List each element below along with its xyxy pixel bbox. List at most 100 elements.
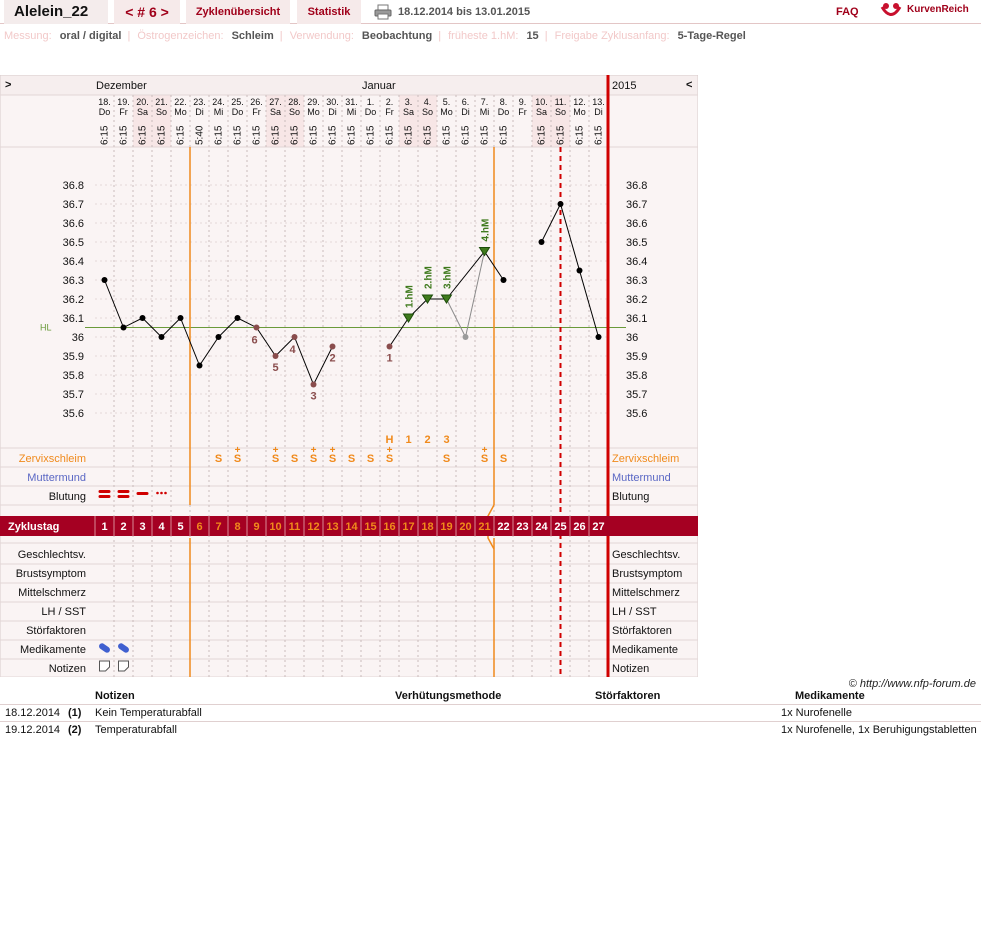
bleeding-medium[interactable] [136, 492, 149, 495]
measure-time: 6:15 [176, 125, 187, 145]
bleeding-spotting[interactable] [156, 491, 159, 495]
day-weekday: Fr [518, 107, 527, 117]
day-weekday: Fr [119, 107, 128, 117]
day-date: 28. [288, 97, 301, 107]
cycle-day-number: 10 [269, 521, 281, 533]
bleeding-heavy[interactable] [117, 495, 130, 498]
faq-link[interactable]: FAQ [836, 6, 859, 18]
day-date: 25. [231, 97, 244, 107]
measure-time: 6:15 [271, 125, 282, 145]
tab-statistics[interactable]: Statistik [297, 0, 361, 24]
row-label-blutung: Blutung [49, 491, 86, 503]
mucus-plus: + [273, 445, 279, 456]
tab-cycle-overview[interactable]: Zyklenübersicht [186, 0, 290, 24]
notes-header-stoer: Störfaktoren [595, 690, 661, 702]
temp-point-low[interactable] [310, 381, 317, 388]
cycle-day-number: 8 [234, 521, 240, 533]
temp-point[interactable] [101, 277, 108, 283]
mucus-symbol: S [215, 453, 222, 465]
measure-time: 6:15 [461, 125, 472, 145]
high-measure-label: 1.hM [405, 285, 416, 308]
kurvenreich-logo-icon[interactable] [880, 2, 902, 20]
temp-point[interactable] [595, 334, 602, 340]
temp-point-low[interactable] [272, 353, 279, 359]
mucus-plus: + [235, 445, 241, 456]
top-bar: Alelein_22 < # 6 > Zyklenübersicht Stati… [0, 0, 981, 24]
temp-point[interactable] [557, 201, 564, 207]
y-tick-label-right: 36.2 [626, 294, 647, 306]
low-measure-label: 3 [310, 391, 316, 403]
y-tick-label-right: 36.6 [626, 218, 647, 230]
day-weekday: Fr [385, 107, 394, 117]
row-label-brustsymptom: Brustsymptom [16, 568, 86, 580]
month-label: Dezember [96, 80, 147, 92]
temp-point[interactable] [120, 324, 127, 331]
measure-time: 6:15 [138, 125, 149, 145]
temp-point[interactable] [158, 334, 165, 340]
cycle-day-number: 26 [573, 521, 585, 533]
day-date: 30. [326, 97, 339, 107]
bleeding-heavy[interactable] [98, 490, 111, 493]
row-label-zervixschleim: Zervixschleim [19, 453, 86, 465]
verwendung-value: Beobachtung [361, 30, 433, 42]
temp-point[interactable] [139, 315, 146, 321]
measure-time: 6:15 [366, 125, 377, 145]
measure-time: 6:15 [347, 125, 358, 145]
temp-point-excluded[interactable] [462, 334, 469, 340]
day-date: 3. [405, 97, 413, 107]
bleeding-heavy[interactable] [117, 490, 130, 493]
temp-point-low[interactable] [253, 324, 260, 331]
row-label-muttermund: Muttermund [27, 472, 86, 484]
temp-point-low[interactable] [291, 334, 298, 340]
temp-point[interactable] [196, 362, 203, 369]
mucus-peak-label: 3 [443, 434, 449, 446]
measure-time: 6:15 [423, 125, 434, 145]
day-date: 12. [573, 97, 586, 107]
row-label-medikamente-right: Medikamente [612, 644, 678, 656]
measure-time: 6:15 [309, 125, 320, 145]
low-measure-label: 1 [386, 353, 392, 365]
row-label-stoerfaktoren: Störfaktoren [26, 625, 86, 637]
y-tick-label: 35.7 [63, 389, 84, 401]
measure-time: 6:15 [594, 125, 605, 145]
y-tick-label: 36.1 [63, 313, 84, 325]
day-weekday: Di [594, 107, 603, 117]
copyright[interactable]: © http://www.nfp-forum.de [849, 678, 976, 690]
y-tick-label-right: 35.7 [626, 389, 647, 401]
day-date: 9. [519, 97, 527, 107]
temp-point[interactable] [576, 267, 583, 274]
bleeding-spotting[interactable] [160, 491, 163, 495]
y-tick-label: 36.5 [63, 237, 84, 249]
bleeding-heavy[interactable] [98, 495, 111, 498]
temp-point[interactable] [234, 315, 241, 321]
mucus-plus: + [330, 445, 336, 456]
date-range: 18.12.2014 bis 13.01.2015 [398, 6, 531, 18]
mucus-plus: + [482, 445, 488, 456]
bleeding-spotting[interactable] [164, 491, 167, 495]
temp-point[interactable] [215, 334, 222, 340]
temp-point[interactable] [538, 239, 545, 245]
row-label-muttermund-right: Muttermund [612, 472, 671, 484]
note-medication: 1x Nurofenelle, 1x Beruhigungstabletten [781, 724, 977, 736]
temp-point-low[interactable] [386, 343, 393, 350]
row-label-lh-sst-right: LH / SST [612, 606, 657, 618]
temp-point-low[interactable] [329, 343, 336, 350]
day-date: 24. [212, 97, 225, 107]
y-tick-label-right: 35.6 [626, 408, 647, 420]
temp-point[interactable] [500, 277, 507, 283]
printer-icon[interactable] [374, 4, 392, 20]
cycle-day-number: 17 [402, 521, 414, 533]
temp-point[interactable] [177, 315, 184, 321]
day-weekday: So [156, 107, 167, 117]
row-label-brustsymptom-right: Brustsymptom [612, 568, 682, 580]
cycle-switcher[interactable]: < # 6 > [114, 0, 180, 24]
cycle-day-number: 22 [497, 521, 509, 533]
y-tick-label-right: 36.7 [626, 199, 647, 211]
notes-header-notizen: Notizen [95, 690, 135, 702]
hm-label: früheste 1.hM: [448, 30, 519, 42]
oestrogen-label: Östrogenzeichen: [137, 30, 224, 42]
kurvenreich-logo[interactable]: KurvenReich [907, 4, 969, 15]
temperature-chart: > Dezember Januar 2015 <18.Do6:1519.Fr6:1520… [0, 74, 699, 678]
note-number: (2) [68, 724, 82, 736]
day-weekday: Sa [270, 107, 281, 117]
